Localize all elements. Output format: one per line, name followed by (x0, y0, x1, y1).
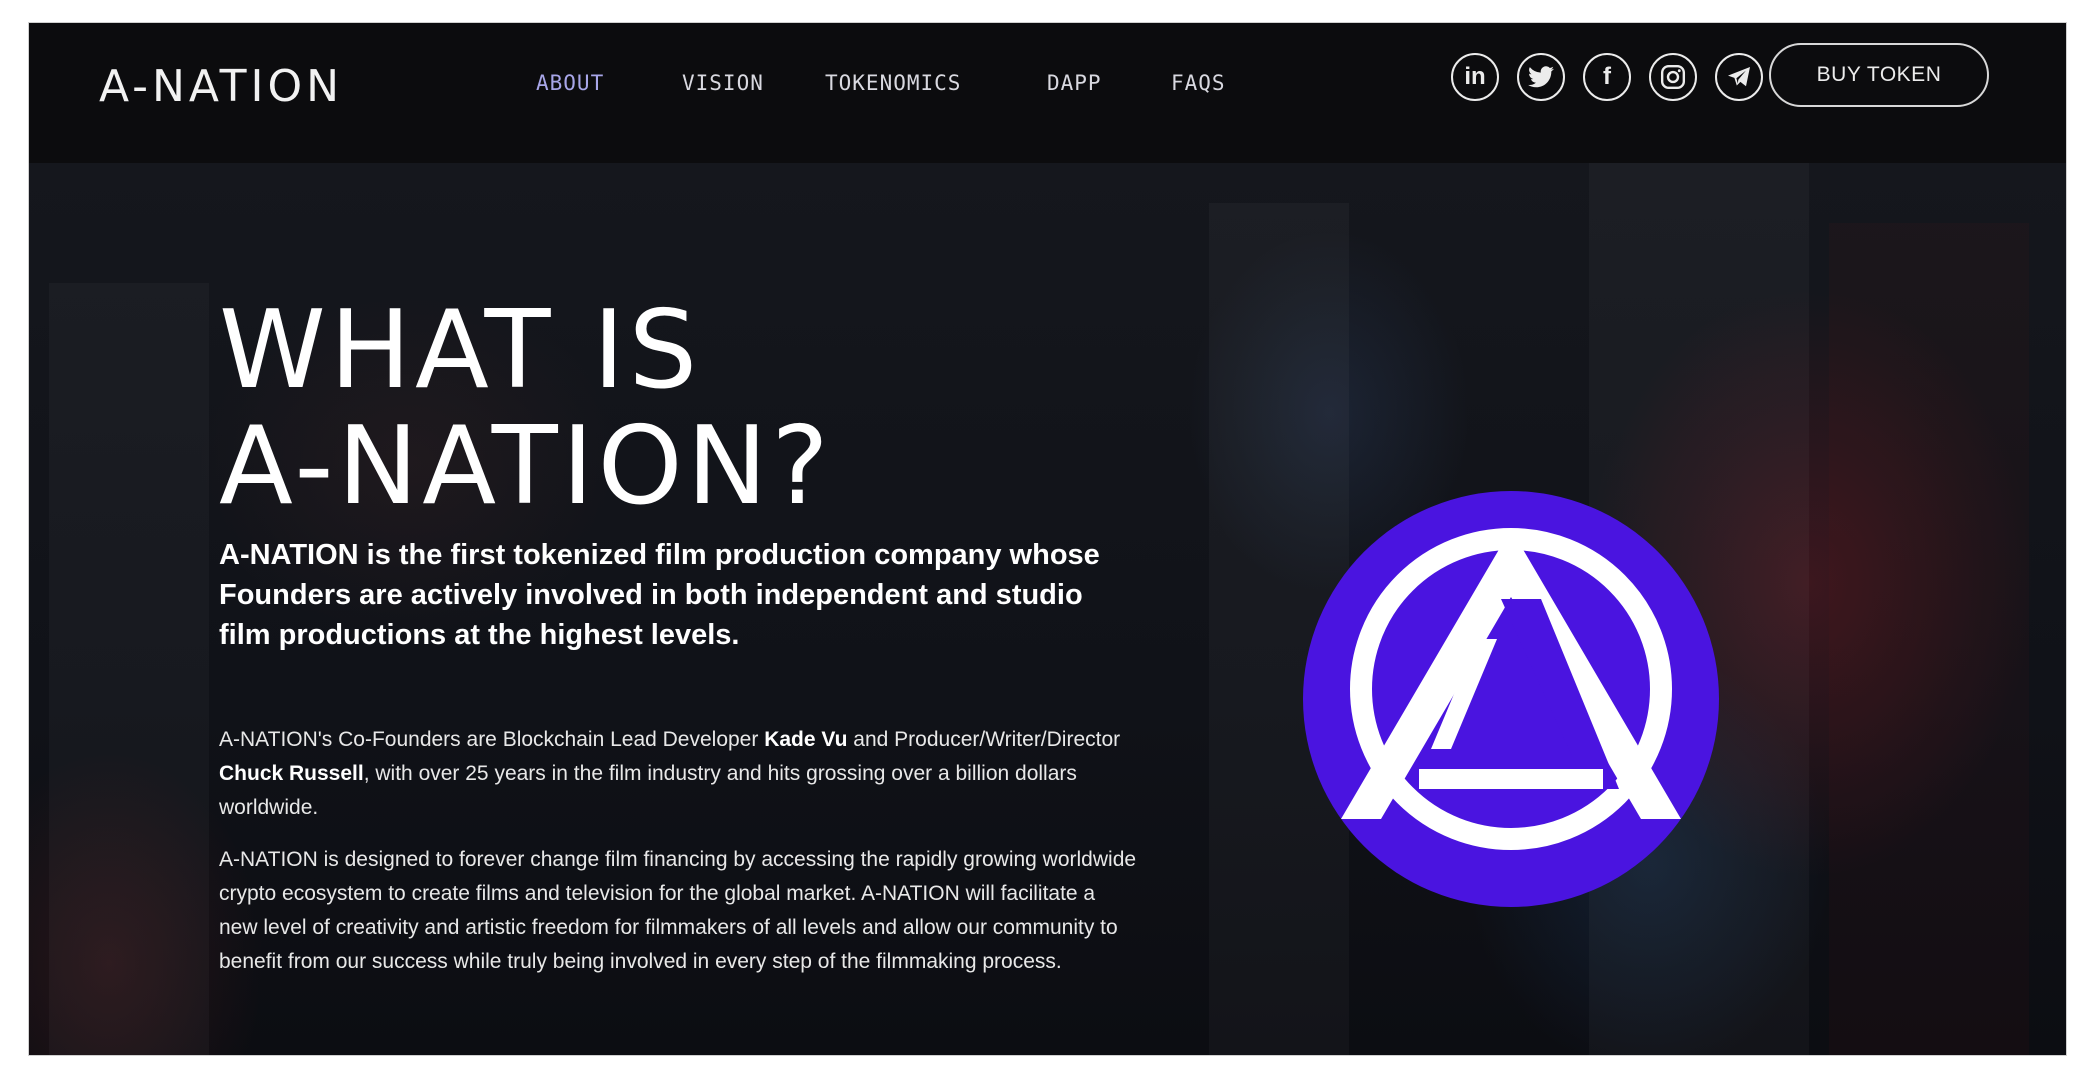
hero-paragraph-founders: A-NATION's Co-Founders are Blockchain Le… (219, 723, 1139, 825)
instagram-icon[interactable] (1649, 53, 1697, 101)
hero-title-line2: A-NATION? (219, 404, 833, 529)
nav-item-dapp[interactable]: DAPP (1047, 71, 1102, 95)
facebook-icon[interactable]: f (1583, 53, 1631, 101)
founder-name-chuck-russell: Chuck Russell (219, 762, 364, 785)
hero-title-line1: WHAT IS (219, 288, 702, 413)
nav-item-vision[interactable]: VISION (682, 71, 764, 95)
site-logo[interactable]: A-NATION (99, 61, 343, 112)
telegram-icon[interactable] (1715, 53, 1763, 101)
hero-lead-text: A-NATION is the first tokenized film pro… (219, 539, 1100, 651)
twitter-icon[interactable] (1517, 53, 1565, 101)
founder-name-kade-vu: Kade Vu (764, 728, 848, 751)
buy-token-button[interactable]: BUY TOKEN (1769, 43, 1989, 107)
page-frame: A-NATION ABOUT VISION TOKENOMICS DAPP FA… (28, 22, 2067, 1056)
nav-item-about[interactable]: ABOUT (536, 71, 604, 95)
nav-item-faqs[interactable]: FAQS (1171, 71, 1226, 95)
nav-item-tokenomics[interactable]: TOKENOMICS (825, 71, 961, 95)
linkedin-icon[interactable]: in (1451, 53, 1499, 101)
hero-paragraph-mission: A-NATION is designed to forever change f… (219, 848, 1137, 973)
top-navigation-bar: A-NATION ABOUT VISION TOKENOMICS DAPP FA… (29, 23, 2066, 163)
hero-title: WHAT IS A-NATION? (219, 293, 833, 525)
para1-text-1: A-NATION's Co-Founders are Blockchain Le… (219, 728, 765, 751)
a-nation-emblem-icon (1303, 491, 1719, 907)
para1-text-2: and Producer/Writer/Director (847, 728, 1121, 751)
